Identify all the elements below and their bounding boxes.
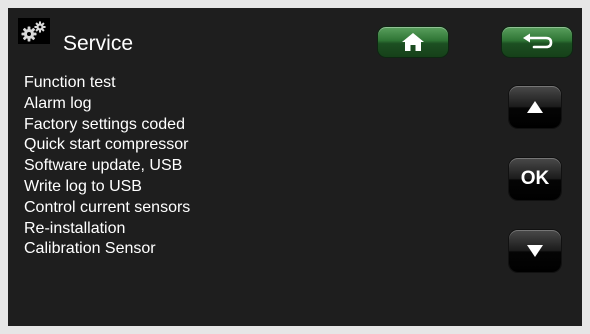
triangle-up-icon: [527, 101, 543, 113]
service-screen: Service Function test Alarm log Factory …: [8, 8, 582, 326]
menu-item-write-log-to-usb[interactable]: Write log to USB: [24, 177, 190, 198]
menu-item-function-test[interactable]: Function test: [24, 73, 190, 94]
back-arrow-icon: [523, 33, 553, 49]
menu-item-control-current-sensors[interactable]: Control current sensors: [24, 198, 190, 219]
back-button[interactable]: [501, 26, 573, 58]
ok-label: OK: [520, 168, 550, 189]
menu-item-factory-settings-coded[interactable]: Factory settings coded: [24, 115, 190, 136]
page-title: Service: [63, 32, 134, 55]
menu-item-software-update-usb[interactable]: Software update, USB: [24, 156, 190, 177]
ok-button[interactable]: OK: [509, 158, 561, 200]
home-button[interactable]: [377, 26, 449, 58]
triangle-down-icon: [527, 245, 543, 257]
scroll-down-button[interactable]: [509, 230, 561, 272]
service-menu: Function test Alarm log Factory settings…: [24, 73, 190, 260]
home-icon: [402, 33, 424, 51]
menu-item-alarm-log[interactable]: Alarm log: [24, 94, 190, 115]
scroll-up-button[interactable]: [509, 86, 561, 128]
menu-item-re-installation[interactable]: Re-installation: [24, 219, 190, 240]
gears-icon: [18, 18, 50, 44]
menu-item-calibration-sensor[interactable]: Calibration Sensor: [24, 239, 190, 260]
menu-item-quick-start-compressor[interactable]: Quick start compressor: [24, 135, 190, 156]
